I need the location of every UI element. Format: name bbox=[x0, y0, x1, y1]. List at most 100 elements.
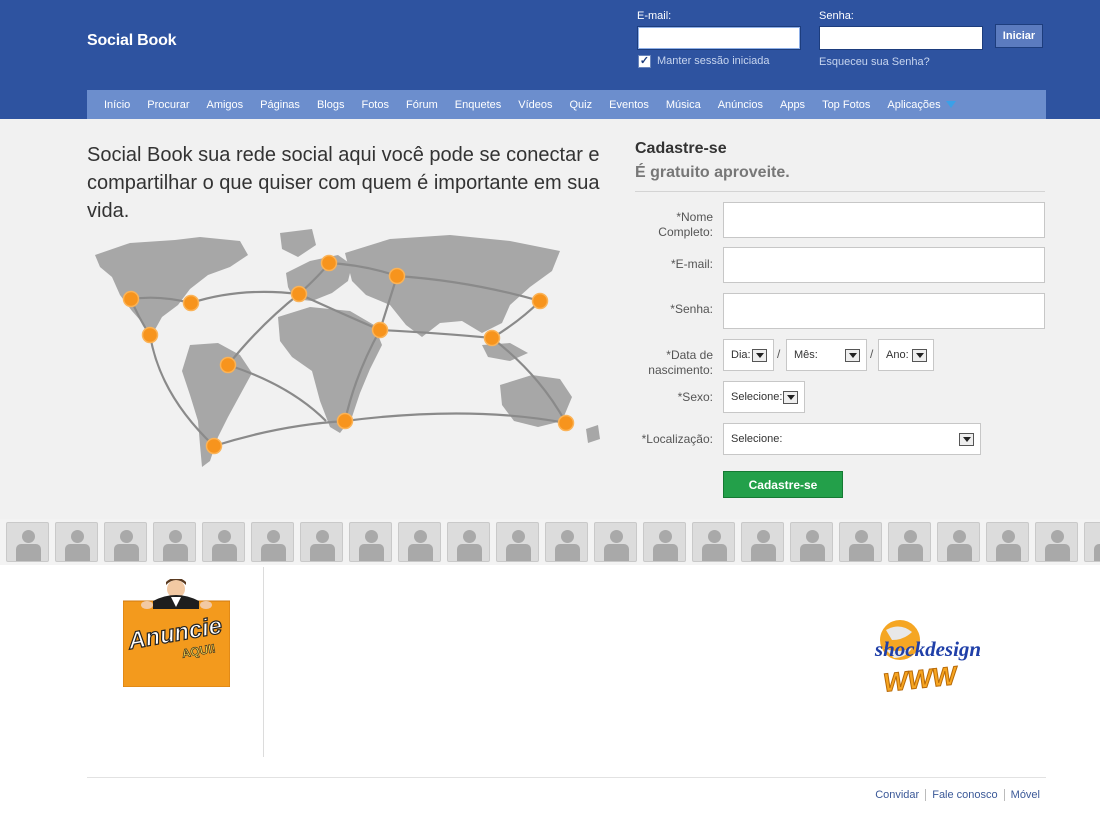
avatar-body-shape bbox=[555, 544, 580, 561]
avatar-head-shape bbox=[512, 530, 525, 543]
nav-item-amigos[interactable]: Amigos bbox=[206, 99, 243, 111]
avatar-head-shape bbox=[1051, 530, 1064, 543]
nav-item-eventos[interactable]: Eventos bbox=[609, 99, 649, 111]
avatar-body-shape bbox=[849, 544, 874, 561]
location-select[interactable]: Selecione: bbox=[723, 423, 981, 455]
birth-date-label: *Data de nascimento: bbox=[648, 348, 713, 377]
nav-item-blogs[interactable]: Blogs bbox=[317, 99, 345, 111]
member-avatar-icon bbox=[1084, 522, 1100, 562]
sponsor-tag-text: WWW bbox=[882, 660, 961, 698]
sponsor-name-text: shockdesign bbox=[874, 637, 981, 661]
full-name-input[interactable] bbox=[723, 202, 1045, 238]
member-avatar-icon bbox=[153, 522, 196, 562]
nav-item-fotos[interactable]: Fotos bbox=[361, 99, 389, 111]
welcome-headline: Social Book sua rede social aqui você po… bbox=[87, 144, 600, 222]
footer-links: Convidar Fale conosco Móvel bbox=[869, 789, 1046, 801]
dropdown-arrow-icon bbox=[783, 391, 798, 404]
signup-password-input[interactable] bbox=[723, 293, 1045, 329]
footer-link-contact[interactable]: Fale conosco bbox=[925, 789, 1003, 801]
avatar-head-shape bbox=[169, 530, 182, 543]
birth-month-select[interactable]: Mês: bbox=[786, 339, 867, 371]
nav-item-paginas[interactable]: Páginas bbox=[260, 99, 300, 111]
avatar-head-shape bbox=[904, 530, 917, 543]
avatar-head-shape bbox=[267, 530, 280, 543]
birth-day-value: Dia: bbox=[731, 349, 751, 361]
nav-item-quiz[interactable]: Quiz bbox=[570, 99, 593, 111]
footer-link-invite[interactable]: Convidar bbox=[869, 789, 925, 801]
signup-password-label: *Senha: bbox=[670, 302, 713, 316]
nav-item-videos[interactable]: Vídeos bbox=[518, 99, 552, 111]
advertise-here-banner[interactable]: Anuncie AQUI! bbox=[123, 579, 230, 687]
avatar-body-shape bbox=[261, 544, 286, 561]
login-submit-button[interactable]: Iniciar bbox=[995, 24, 1043, 48]
forgot-password-link[interactable]: Esqueceu sua Senha? bbox=[819, 56, 930, 68]
avatar-body-shape bbox=[751, 544, 776, 561]
avatar-head-shape bbox=[855, 530, 868, 543]
dropdown-arrow-icon bbox=[845, 349, 860, 362]
avatar-head-shape bbox=[708, 530, 721, 543]
top-header-bar: Social Book E-mail: Senha: Iniciar ✓ Man… bbox=[0, 0, 1100, 119]
avatar-body-shape bbox=[1045, 544, 1070, 561]
login-password-label: Senha: bbox=[819, 10, 854, 22]
avatar-head-shape bbox=[414, 530, 427, 543]
nav-item-top-fotos[interactable]: Top Fotos bbox=[822, 99, 870, 111]
login-email-input[interactable] bbox=[637, 26, 801, 50]
nav-item-forum[interactable]: Fórum bbox=[406, 99, 438, 111]
signup-email-label: *E-mail: bbox=[670, 257, 713, 271]
content-divider bbox=[263, 567, 264, 757]
member-avatar-icon bbox=[594, 522, 637, 562]
login-password-input[interactable] bbox=[819, 26, 983, 50]
avatar-body-shape bbox=[163, 544, 188, 561]
remember-session-label: Manter sessão iniciada bbox=[657, 55, 770, 67]
avatar-head-shape bbox=[365, 530, 378, 543]
member-avatar-icon bbox=[300, 522, 343, 562]
member-avatar-strip bbox=[0, 519, 1100, 565]
member-avatar-icon bbox=[447, 522, 490, 562]
birth-year-select[interactable]: Ano: bbox=[878, 339, 934, 371]
member-avatar-icon bbox=[398, 522, 441, 562]
nav-item-aplicacoes-label: Aplicações bbox=[887, 98, 941, 111]
nav-item-apps[interactable]: Apps bbox=[780, 99, 805, 111]
footer-link-mobile[interactable]: Móvel bbox=[1003, 789, 1046, 801]
member-avatar-icon bbox=[888, 522, 931, 562]
nav-item-procurar[interactable]: Procurar bbox=[147, 99, 189, 111]
sponsor-logo[interactable]: shockdesign WWW bbox=[846, 618, 1011, 698]
member-avatar-icon bbox=[643, 522, 686, 562]
avatar-body-shape bbox=[408, 544, 433, 561]
avatar-body-shape bbox=[16, 544, 41, 561]
signup-subtitle: É gratuito aproveite. bbox=[635, 164, 790, 181]
site-logo[interactable]: Social Book bbox=[87, 32, 177, 50]
avatar-body-shape bbox=[506, 544, 531, 561]
member-avatar-icon bbox=[1035, 522, 1078, 562]
avatar-body-shape bbox=[898, 544, 923, 561]
nav-item-enquetes[interactable]: Enquetes bbox=[455, 99, 501, 111]
avatar-body-shape bbox=[359, 544, 384, 561]
avatar-head-shape bbox=[610, 530, 623, 543]
nav-item-inicio[interactable]: Início bbox=[104, 99, 130, 111]
date-separator: / bbox=[870, 347, 874, 361]
main-navigation: Início Procurar Amigos Páginas Blogs Fot… bbox=[87, 90, 1046, 119]
member-avatar-icon bbox=[790, 522, 833, 562]
avatar-body-shape bbox=[1094, 544, 1100, 561]
member-avatar-icon bbox=[104, 522, 147, 562]
avatar-body-shape bbox=[996, 544, 1021, 561]
member-avatar-icon bbox=[839, 522, 882, 562]
remember-session-checkbox[interactable]: ✓ bbox=[638, 55, 651, 68]
member-avatar-icon bbox=[251, 522, 294, 562]
dropdown-arrow-icon bbox=[959, 433, 974, 446]
signup-title: Cadastre-se bbox=[635, 140, 727, 157]
member-avatar-icon bbox=[202, 522, 245, 562]
nav-item-aplicacoes[interactable]: Aplicações bbox=[887, 98, 956, 111]
member-avatar-icon bbox=[986, 522, 1029, 562]
footer-divider bbox=[87, 777, 1046, 778]
nav-item-anuncios[interactable]: Anúncios bbox=[718, 99, 763, 111]
nav-item-musica[interactable]: Música bbox=[666, 99, 701, 111]
signup-submit-button[interactable]: Cadastre-se bbox=[723, 471, 843, 498]
avatar-body-shape bbox=[800, 544, 825, 561]
birth-year-value: Ano: bbox=[886, 349, 909, 361]
full-name-label: *Nome Completo: bbox=[658, 210, 713, 239]
avatar-head-shape bbox=[71, 530, 84, 543]
signup-email-input[interactable] bbox=[723, 247, 1045, 283]
birth-day-select[interactable]: Dia: bbox=[723, 339, 774, 371]
sex-select[interactable]: Selecione: bbox=[723, 381, 805, 413]
